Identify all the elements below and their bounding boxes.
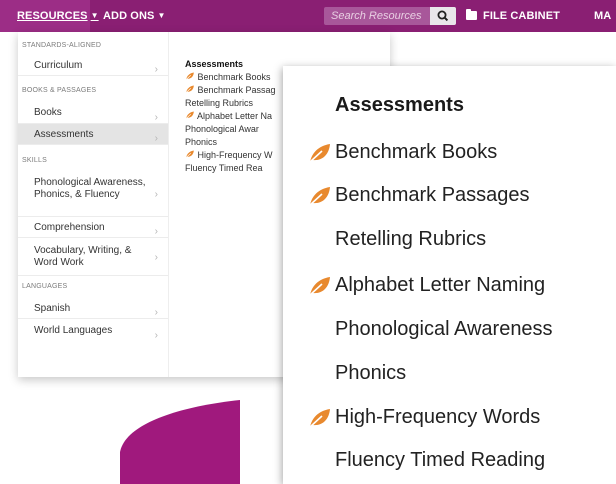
magnified-callout: Assessments Benchmark Books Benchmark Pa… (283, 66, 616, 484)
callout-link-phonological-awareness[interactable]: Phonological Awareness (335, 318, 553, 341)
leaf-icon (309, 409, 330, 428)
callout-heading: Assessments (335, 94, 464, 116)
callout-link-retelling-rubrics[interactable]: Retelling Rubrics (335, 228, 486, 251)
leaf-icon (309, 277, 330, 296)
callout-link-phonics[interactable]: Phonics (335, 362, 406, 385)
callout-link-high-frequency-words[interactable]: High-Frequency Words (335, 406, 540, 429)
callout-link-benchmark-books[interactable]: Benchmark Books (335, 141, 497, 164)
callout-link-fluency-timed-reading[interactable]: Fluency Timed Reading (335, 449, 545, 472)
callout-link-benchmark-passages[interactable]: Benchmark Passages (335, 184, 530, 207)
callout-link-alphabet-letter-naming[interactable]: Alphabet Letter Naming (335, 274, 545, 297)
leaf-icon (309, 144, 330, 163)
leaf-icon (309, 187, 330, 206)
